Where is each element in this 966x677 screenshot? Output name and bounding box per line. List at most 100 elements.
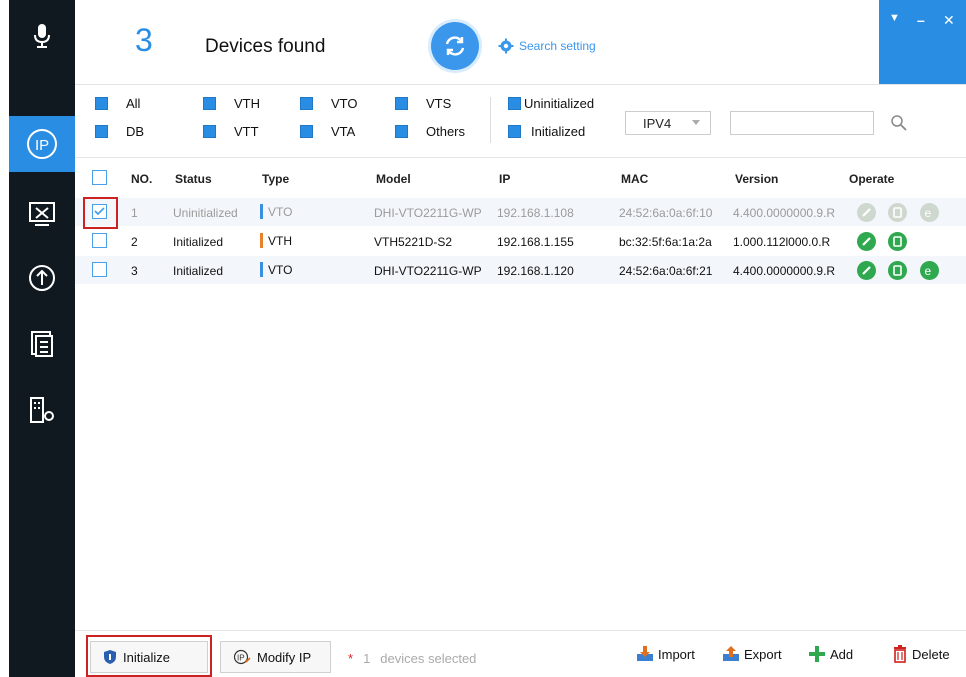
cell-model: VTH5221D-S2 <box>374 235 453 249</box>
refresh-button[interactable] <box>431 22 479 70</box>
search-setting-label: Search setting <box>519 39 596 53</box>
checkbox-checked[interactable] <box>95 125 108 138</box>
import-icon <box>637 646 653 661</box>
sidebar-item-ip-search[interactable]: IP <box>9 116 75 172</box>
cell-status: Uninitialized <box>173 206 238 220</box>
col-ip: IP <box>499 172 511 186</box>
device-info-button[interactable] <box>888 203 907 222</box>
ip-version-select[interactable]: IPV4 <box>625 111 711 135</box>
pencil-icon <box>862 208 871 217</box>
type-color-bar <box>260 204 263 219</box>
filter-vto[interactable]: VTO <box>300 96 358 111</box>
edit-button[interactable] <box>857 232 876 251</box>
ip-version-value: IPV4 <box>643 115 672 131</box>
sidebar-item-building-settings[interactable] <box>9 382 75 438</box>
header: 3 Devices found Search setting ▼ – ✕ <box>75 0 966 84</box>
checkbox-checked[interactable] <box>203 97 216 110</box>
checkbox-checked[interactable] <box>395 125 408 138</box>
row-checkbox[interactable] <box>92 262 107 277</box>
checkbox-checked[interactable] <box>508 125 521 138</box>
table-header: NO. Status Type Model IP MAC Version Ope… <box>75 166 966 192</box>
cell-type: VTO <box>260 204 292 219</box>
delete-label: Delete <box>912 646 950 662</box>
table-row[interactable]: 2 Initialized VTH VTH5221D-S2 192.168.1.… <box>75 227 966 255</box>
search-setting-link[interactable]: Search setting <box>498 38 596 54</box>
device-info-button[interactable] <box>888 232 907 251</box>
dropdown-arrow-icon[interactable]: ▼ <box>889 12 900 24</box>
cell-model: DHI-VTO2211G-WP <box>374 264 482 278</box>
cell-version: 1.000.112l000.0.R <box>733 235 831 249</box>
table-row[interactable]: 1 Uninitialized VTO DHI-VTO2211G-WP 192.… <box>75 198 966 226</box>
delete-button[interactable]: Delete <box>892 645 950 663</box>
footer-divider <box>75 630 966 631</box>
filter-vtt[interactable]: VTT <box>203 124 259 139</box>
cell-version: 4.400.0000000.9.R <box>733 206 836 220</box>
cell-type: VTO <box>260 262 292 277</box>
import-button[interactable]: Import <box>636 645 695 663</box>
select-all-checkbox[interactable] <box>92 170 107 185</box>
type-color-bar <box>260 233 263 248</box>
web-button[interactable]: e <box>920 203 939 222</box>
col-mac: MAC <box>621 172 649 186</box>
checkbox-checked[interactable] <box>95 97 108 110</box>
cell-version: 4.400.0000000.9.R <box>733 264 836 278</box>
sidebar-item-documents[interactable] <box>9 316 75 372</box>
add-button[interactable]: Add <box>808 645 853 663</box>
checkbox-checked[interactable] <box>395 97 408 110</box>
minimize-icon[interactable]: – <box>917 12 925 28</box>
upgrade-icon <box>29 265 55 291</box>
cell-no: 1 <box>131 206 138 220</box>
trash-icon <box>894 645 906 663</box>
device-info-button[interactable] <box>888 261 907 280</box>
export-button[interactable]: Export <box>722 645 782 663</box>
web-button[interactable]: e <box>920 261 939 280</box>
col-type: Type <box>262 172 290 186</box>
selected-label: devices selected <box>380 651 477 666</box>
browser-icon: e <box>925 206 932 219</box>
device-icon <box>893 207 902 218</box>
filter-vth[interactable]: VTH <box>203 96 260 111</box>
ip-edit-icon: IP <box>233 649 251 665</box>
building-settings-icon <box>30 397 54 423</box>
filter-panel: All VTH VTO VTS DB VTT VTA Others Uninit… <box>75 85 966 157</box>
checkbox-highlight <box>83 197 118 229</box>
modify-ip-button[interactable]: IP Modify IP <box>220 641 331 673</box>
edit-button[interactable] <box>857 261 876 280</box>
selected-count: 1 <box>363 651 371 666</box>
checkbox-checked[interactable] <box>203 125 216 138</box>
close-icon[interactable]: ✕ <box>943 12 955 29</box>
table-row[interactable]: 3 Initialized VTO DHI-VTO2211G-WP 192.16… <box>75 256 966 284</box>
filter-all[interactable]: All <box>95 96 140 111</box>
svg-text:e: e <box>925 264 932 277</box>
initialize-button[interactable]: Initialize <box>90 641 208 673</box>
filter-initialized[interactable]: Initialized <box>508 124 585 139</box>
add-label: Add <box>830 646 854 662</box>
filter-db[interactable]: DB <box>95 124 144 139</box>
col-version: Version <box>735 172 779 186</box>
cell-ip: 192.168.1.155 <box>497 235 574 249</box>
col-no: NO. <box>131 172 153 186</box>
cell-mac: bc:32:5f:6a:1a:2a <box>619 235 712 249</box>
tools-icon <box>29 202 55 226</box>
checkbox-checked[interactable] <box>300 97 313 110</box>
filter-others[interactable]: Others <box>395 124 465 139</box>
checkbox-checked[interactable] <box>508 97 521 110</box>
filter-vts[interactable]: VTS <box>395 96 451 111</box>
sidebar-item-upgrade[interactable] <box>9 250 75 306</box>
gear-icon <box>498 38 514 54</box>
sidebar-item-microphone[interactable] <box>9 8 75 64</box>
cell-no: 2 <box>131 235 138 249</box>
filter-divider <box>490 97 491 143</box>
sidebar-item-tools[interactable] <box>9 186 75 242</box>
microphone-icon <box>34 24 50 48</box>
filter-uninitialized[interactable]: Uninitialized <box>508 96 594 111</box>
col-model: Model <box>376 172 411 186</box>
search-input[interactable] <box>730 111 874 135</box>
initialize-label: Initialize <box>123 649 170 665</box>
svg-text:IP: IP <box>35 137 49 154</box>
filter-vta[interactable]: VTA <box>300 124 355 139</box>
edit-button[interactable] <box>857 203 876 222</box>
row-checkbox[interactable] <box>92 233 107 248</box>
checkbox-checked[interactable] <box>300 125 313 138</box>
search-icon[interactable] <box>890 114 908 132</box>
